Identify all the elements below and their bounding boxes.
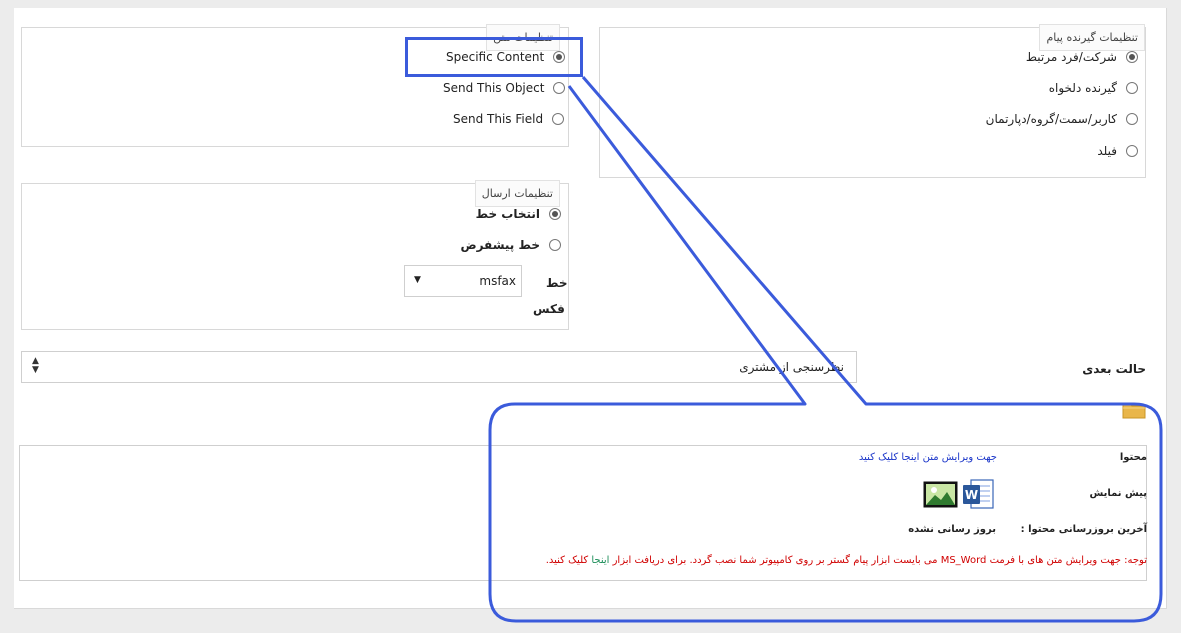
radio-button[interactable] [1126, 51, 1138, 63]
radio-label: کاربر/سمت/گروه/دپارتمان [985, 112, 1117, 126]
note-text: توجه: جهت ویرایش متن های با فرمت MS_Word… [609, 555, 1147, 566]
radio-user-role-group[interactable]: کاربر/سمت/گروه/دپارتمان [986, 112, 1138, 126]
next-state-value: نظرسنجی از مشتری [739, 360, 844, 374]
radio-button[interactable] [552, 113, 565, 125]
note-text-end: کلیک کنید. [545, 555, 592, 566]
radio-button[interactable] [549, 208, 561, 220]
radio-custom-recipient[interactable]: گیرنده دلخواه [1049, 81, 1138, 95]
fax-label: فکس [533, 302, 565, 316]
line-label: خط [546, 276, 568, 290]
next-state-select[interactable]: ▲ ▼ نظرسنجی از مشتری [21, 351, 857, 383]
last-update-value: بروز رسانی نشده [908, 524, 996, 535]
edit-content-link[interactable]: جهت ویرایش متن اینجا کلیک کنید [859, 452, 997, 463]
line-select[interactable]: ▼ msfax [404, 265, 522, 297]
radio-label: Send This Field [453, 112, 544, 126]
chevron-down-icon: ▼ [414, 275, 421, 285]
last-update-label: آخرین بروزرسانی محتوا : [1020, 524, 1147, 535]
download-tool-link[interactable]: اینجا [591, 555, 609, 566]
recipient-settings-legend: تنظیمات گیرنده پیام [1039, 24, 1145, 51]
radio-label: شرکت/فرد مرتبط [1025, 50, 1117, 64]
radio-button[interactable] [1126, 82, 1138, 94]
specific-content-highlight [405, 37, 583, 77]
folder-icon[interactable] [1122, 400, 1146, 420]
radio-button[interactable] [549, 239, 561, 251]
radio-choose-line[interactable]: انتخاب خط [476, 207, 561, 221]
radio-default-line[interactable]: خط پیشفرض [460, 238, 561, 252]
word-tool-note: توجه: جهت ویرایش متن های با فرمت MS_Word… [546, 555, 1147, 566]
send-settings-legend: تنظیمات ارسال [474, 180, 560, 207]
radio-button[interactable] [1126, 145, 1138, 157]
radio-button[interactable] [1126, 113, 1138, 125]
radio-label: Send This Object [443, 81, 545, 95]
content-label: محتوا [1119, 452, 1147, 463]
radio-field[interactable]: فیلد [1097, 144, 1138, 158]
radio-label: گیرنده دلخواه [1048, 81, 1117, 95]
line-select-value: msfax [479, 274, 516, 288]
radio-related-company[interactable]: شرکت/فرد مرتبط [1026, 50, 1138, 64]
preview-label: پیش نمایش [1089, 488, 1147, 499]
radio-send-object[interactable]: Send This Object [443, 81, 566, 95]
sort-arrows-icon: ▲ ▼ [32, 356, 39, 375]
word-document-icon[interactable]: W [961, 477, 995, 511]
send-settings-group: تنظیمات ارسال [21, 180, 569, 330]
radio-label: فیلد [1097, 144, 1117, 158]
image-icon[interactable] [923, 481, 958, 508]
radio-label: خط پیشفرض [460, 238, 540, 252]
svg-text:W: W [965, 488, 978, 502]
radio-label: انتخاب خط [475, 207, 540, 221]
screen: تنظیمات گیرنده پیام شرکت/فرد مرتبط گیرند… [0, 0, 1181, 633]
next-state-label: حالت بعدی [1082, 362, 1146, 376]
radio-send-field[interactable]: Send This Field [453, 112, 565, 126]
radio-button[interactable] [553, 82, 566, 94]
